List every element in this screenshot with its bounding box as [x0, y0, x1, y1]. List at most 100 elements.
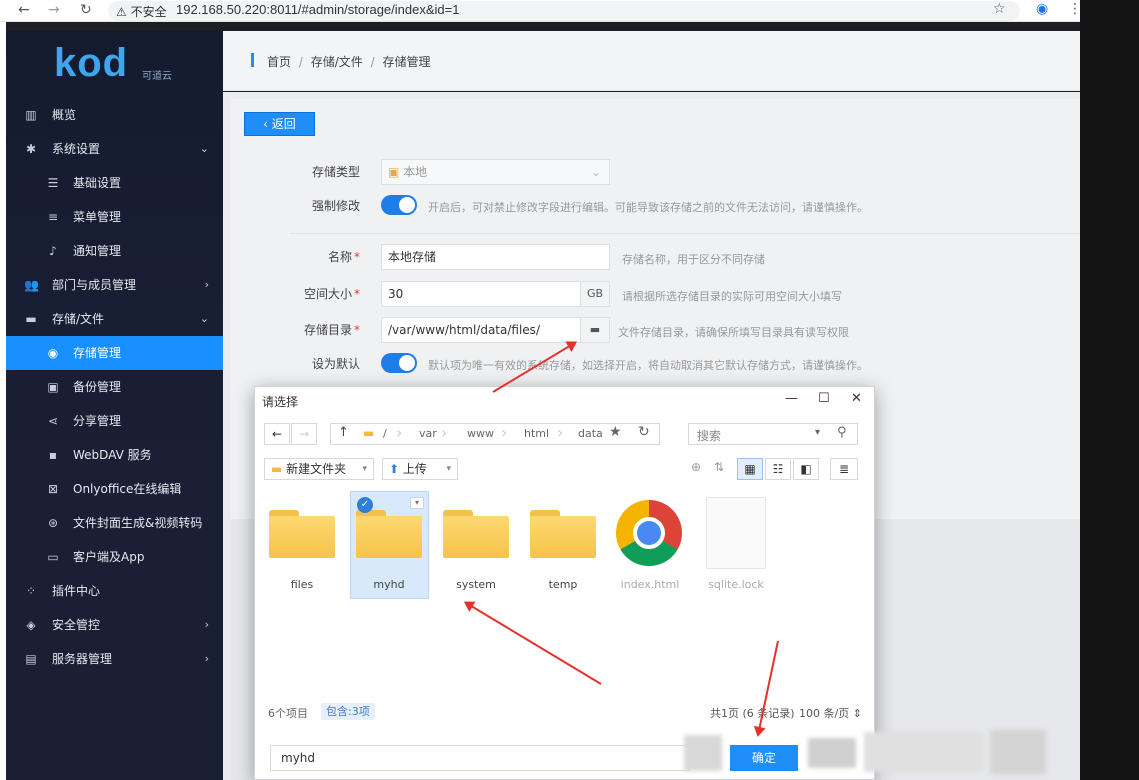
path-separator: › — [557, 423, 564, 442]
more-options-button[interactable]: ≣ — [830, 458, 858, 480]
arrow-right-icon[interactable]: → — [48, 2, 60, 18]
sidebar-item-system-settings[interactable]: ✱ 系统设置 ⌄ — [6, 132, 223, 166]
breadcrumb-marker — [251, 53, 254, 67]
sidebar-item-notifications[interactable]: ♪ 通知管理 — [6, 234, 223, 268]
dir-label: 存储目录 * — [240, 321, 360, 338]
refresh-icon[interactable]: ↻ — [638, 424, 650, 440]
folder-icon[interactable] — [530, 510, 596, 558]
sidebar-item-onlyoffice[interactable]: ⊠ Onlyoffice在线编辑 — [6, 472, 223, 506]
dir-input[interactable]: /var/www/html/data/files/ — [381, 317, 581, 343]
sidebar-item-label: 菜单管理 — [73, 210, 122, 224]
url-text[interactable]: 192.168.50.220:8011/#admin/storage/index… — [176, 2, 459, 17]
name-input[interactable]: 本地存储 — [381, 244, 610, 270]
arrow-up-icon[interactable]: ↑ — [338, 425, 349, 440]
name-label-text: 名称 — [327, 250, 352, 264]
sidebar-item-basic-settings[interactable]: ☰ 基础设置 — [6, 166, 223, 200]
caret-down-icon: ▾ — [815, 427, 821, 438]
document-icon[interactable] — [706, 497, 766, 569]
sidebar-item-webdav[interactable]: ▪ WebDAV 服务 — [6, 438, 223, 472]
grid-view-button[interactable]: ▦ — [737, 458, 763, 480]
sidebar-item-security[interactable]: ◈ 安全管控 › — [6, 608, 223, 642]
file-name-myhd[interactable]: myhd — [344, 578, 434, 591]
split-view-button[interactable]: ◧ — [793, 458, 819, 480]
arrow-left-icon[interactable]: ← — [18, 2, 30, 18]
file-name-sqlite[interactable]: sqlite.lock — [691, 578, 781, 591]
path-crumb-var[interactable]: var — [419, 427, 437, 440]
back-button[interactable]: ‹ 返回 — [244, 112, 315, 136]
chevron-right-icon: › — [204, 652, 209, 665]
force-modify-toggle[interactable] — [381, 195, 417, 215]
per-page-label: 100 条/页 — [799, 707, 850, 720]
logo[interactable]: kod — [54, 41, 128, 86]
breadcrumb-storage[interactable]: 存储/文件 — [311, 55, 363, 69]
new-folder-button[interactable]: ▬ 新建文件夹 ▾ — [264, 458, 374, 480]
sidebar-item-overview[interactable]: ▥ 概览 — [6, 98, 223, 132]
upload-button[interactable]: ⬆ 上传 ▾ — [382, 458, 458, 480]
sidebar-item-cover-transcode[interactable]: ⊛ 文件封面生成&视频转码 — [6, 506, 223, 540]
nav-back-button[interactable]: ← — [264, 423, 290, 445]
path-crumb-html[interactable]: html — [524, 427, 549, 440]
confirm-button[interactable]: 确定 — [730, 745, 798, 771]
nav-forward-button[interactable]: → — [291, 423, 317, 445]
per-page-select[interactable]: 100 条/页 ⇕ — [799, 705, 862, 721]
sort-arrows-icon: ⇕ — [852, 707, 862, 720]
breadcrumb: 首页 / 存储/文件 / 存储管理 — [267, 53, 434, 70]
sidebar-item-client-app[interactable]: ▭ 客户端及App — [6, 540, 223, 574]
sidebar-item-backup[interactable]: ▣ 备份管理 — [6, 370, 223, 404]
size-input[interactable]: 30 — [381, 281, 581, 307]
caret-down-icon[interactable]: ▾ — [410, 497, 424, 509]
item-count: 6个项目 — [268, 707, 308, 720]
path-crumb-data[interactable]: data — [578, 427, 603, 440]
folder-icon[interactable] — [356, 510, 422, 558]
star-icon[interactable]: ★ — [609, 424, 622, 440]
sidebar-item-menu-management[interactable]: ≡ 菜单管理 — [6, 200, 223, 234]
contains-badge[interactable]: 包含:3项 — [321, 703, 375, 720]
maximize-icon[interactable]: ☐ — [818, 391, 830, 406]
insecure-indicator[interactable]: ⚠ 不安全 — [116, 3, 167, 20]
selected-name-input[interactable]: myhd — [270, 745, 690, 771]
chevron-down-icon: ⌄ — [199, 142, 209, 155]
sidebar-item-storage-files[interactable]: ▬ 存储/文件 ⌄ — [6, 302, 223, 336]
path-separator: › — [501, 423, 508, 442]
list-view-button[interactable]: ☷ — [765, 458, 791, 480]
zoom-icon[interactable]: ⊕ — [691, 460, 701, 474]
file-name-temp[interactable]: temp — [518, 578, 608, 591]
sidebar-item-storage-management[interactable]: ◉ 存储管理 — [6, 336, 223, 370]
file-name-index[interactable]: index.html — [605, 578, 695, 591]
new-folder-label: 新建文件夹 — [286, 462, 347, 476]
search-placeholder: 搜索 — [697, 429, 722, 443]
star-icon[interactable]: ☆ — [993, 1, 1006, 17]
breadcrumb-home[interactable]: 首页 — [267, 55, 291, 69]
sidebar-item-share[interactable]: ⋖ 分享管理 — [6, 404, 223, 438]
dialog-title: 请选择 — [262, 395, 299, 409]
check-icon[interactable]: ✓ — [357, 497, 373, 513]
path-crumb-root[interactable]: / — [383, 427, 387, 440]
minimize-icon[interactable]: — — [785, 391, 798, 406]
folder-icon[interactable] — [269, 510, 335, 558]
grid-icon: ▦ — [744, 462, 756, 476]
folder-picker-button[interactable]: ▬ — [580, 317, 610, 343]
sidebar-item-label: 服务器管理 — [52, 652, 113, 666]
force-modify-hint: 开启后，可对禁止修改字段进行编辑。可能导致该存储之前的文件无法访问，请谨慎操作。 — [428, 201, 868, 214]
default-toggle[interactable] — [381, 353, 417, 373]
file-name-files[interactable]: files — [257, 578, 347, 591]
search-icon[interactable]: ⚲ — [837, 425, 847, 440]
folder-icon[interactable] — [443, 510, 509, 558]
sidebar-item-plugins[interactable]: ⁘ 插件中心 — [6, 574, 223, 608]
chrome-icon[interactable] — [616, 500, 682, 566]
storage-type-label: 存储类型 — [311, 165, 360, 179]
path-crumb-www[interactable]: www — [467, 427, 494, 440]
size-unit: GB — [580, 281, 610, 307]
file-name-system[interactable]: system — [431, 578, 521, 591]
profile-icon[interactable]: ◉ — [1036, 1, 1048, 17]
sidebar-item-departments[interactable]: 👥 部门与成员管理 › — [6, 268, 223, 302]
required-mark: * — [354, 287, 360, 301]
storage-type-select[interactable]: ▣ 本地 ⌄ — [381, 159, 610, 185]
reload-icon[interactable]: ↻ — [80, 2, 92, 18]
close-icon[interactable]: ✕ — [851, 391, 862, 406]
folder-icon: ▬ — [589, 323, 601, 336]
search-input[interactable]: 搜索 ▾ ⚲ — [688, 423, 858, 445]
sidebar-item-server[interactable]: ▤ 服务器管理 › — [6, 642, 223, 676]
sort-icon[interactable]: ⇅ — [714, 460, 724, 474]
save-icon: ▣ — [47, 380, 59, 394]
